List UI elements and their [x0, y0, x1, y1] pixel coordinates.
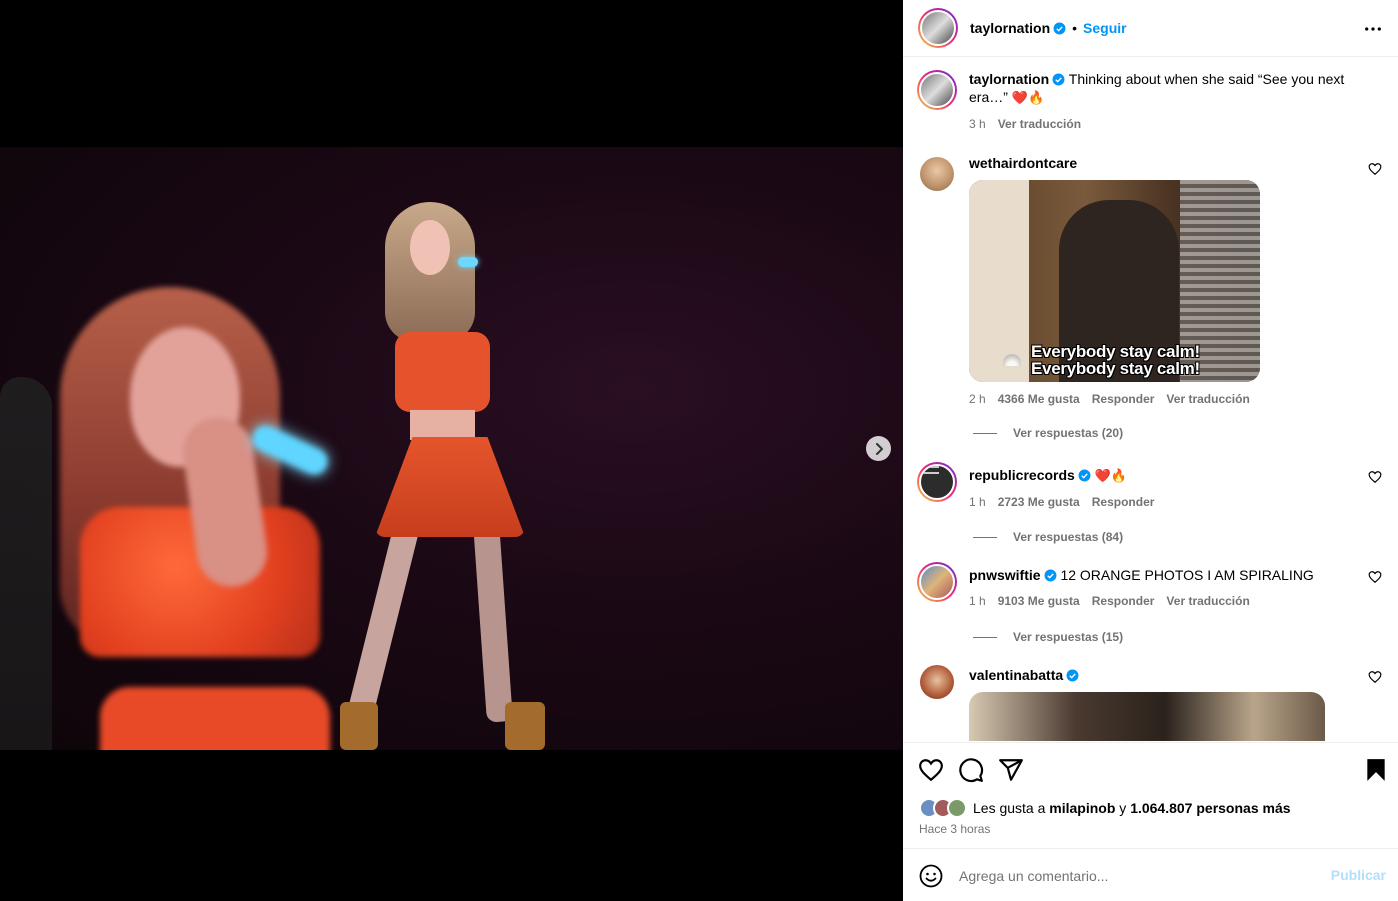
- post-side-panel: taylornation • Seguir taylornation Think…: [903, 0, 1398, 901]
- caption-translate-link[interactable]: Ver traducción: [998, 115, 1081, 133]
- like-comment-heart-icon[interactable]: [1368, 162, 1382, 176]
- view-replies-label: Ver respuestas (20): [1013, 426, 1124, 440]
- comment-input[interactable]: [959, 863, 1319, 889]
- liker-avatars[interactable]: [919, 798, 967, 818]
- commenter-avatar[interactable]: [917, 562, 957, 602]
- view-replies-label: Ver respuestas (15): [1013, 630, 1124, 644]
- header-separator: •: [1072, 20, 1078, 36]
- commenter-avatar[interactable]: [920, 157, 954, 191]
- post-photo[interactable]: [0, 147, 903, 750]
- like-comment-heart-icon[interactable]: [1368, 470, 1382, 484]
- commenter-username[interactable]: pnwswiftie: [969, 567, 1041, 583]
- more-horizontal-icon: [1365, 27, 1381, 31]
- comment-gif[interactable]: Everybody stay calm! Everybody stay calm…: [969, 180, 1260, 382]
- comment-likes[interactable]: 9103 Me gusta: [998, 592, 1080, 610]
- comment-likes[interactable]: 4366 Me gusta: [998, 390, 1080, 408]
- author-avatar[interactable]: [918, 8, 958, 48]
- verified-badge-icon: [1066, 669, 1079, 682]
- likes-others-link[interactable]: 1.064.807 personas más: [1130, 800, 1290, 816]
- commenter-avatar[interactable]: [920, 665, 954, 699]
- verified-badge-icon: [1078, 469, 1091, 482]
- likes-connector: y: [1119, 800, 1127, 816]
- comment-text: ❤️🔥: [1094, 468, 1128, 483]
- caption-avatar[interactable]: [917, 70, 957, 110]
- caption-emojis: ❤️🔥: [1011, 90, 1045, 105]
- verified-badge-icon: [1052, 73, 1065, 86]
- view-replies-label: Ver respuestas (84): [1013, 530, 1124, 544]
- reply-button[interactable]: Responder: [1092, 390, 1155, 408]
- reply-button[interactable]: Responder: [1092, 592, 1155, 610]
- gif-caption: Everybody stay calm!: [1031, 359, 1200, 378]
- chevron-right-icon: [875, 442, 883, 455]
- liker-username[interactable]: milapinob: [1049, 800, 1115, 816]
- like-heart-icon[interactable]: [918, 757, 944, 783]
- comment-time[interactable]: 2 h: [969, 390, 986, 408]
- likes-summary: Les gusta a milapinob y 1.064.807 person…: [919, 798, 1291, 818]
- follow-button[interactable]: Seguir: [1083, 20, 1127, 36]
- commenter-username[interactable]: valentinabatta: [969, 667, 1063, 683]
- view-replies-button[interactable]: Ver respuestas (84): [973, 530, 1123, 544]
- comments-list[interactable]: taylornation Thinking about when she sai…: [903, 58, 1398, 741]
- verified-badge-icon: [1044, 569, 1057, 582]
- comment-time[interactable]: 1 h: [969, 592, 986, 610]
- comment-gif[interactable]: [969, 692, 1325, 741]
- view-replies-button[interactable]: Ver respuestas (20): [973, 426, 1123, 440]
- commenter-username[interactable]: republicrecords: [969, 467, 1075, 483]
- reply-button[interactable]: Responder: [1092, 493, 1155, 511]
- carousel-next-button[interactable]: [866, 436, 891, 461]
- author-username[interactable]: taylornation: [970, 20, 1050, 36]
- comment-bubble-icon[interactable]: [958, 757, 984, 783]
- translate-link[interactable]: Ver traducción: [1166, 390, 1249, 408]
- publish-button[interactable]: Publicar: [1331, 867, 1386, 883]
- share-send-icon[interactable]: [998, 757, 1024, 783]
- comment-likes[interactable]: 2723 Me gusta: [998, 493, 1080, 511]
- more-options-button[interactable]: [1363, 19, 1383, 39]
- translate-link[interactable]: Ver traducción: [1166, 592, 1249, 610]
- commenter-username[interactable]: wethairdontcare: [969, 155, 1077, 171]
- caption-time[interactable]: 3 h: [969, 115, 986, 133]
- comment-text: 12 ORANGE PHOTOS I AM SPIRALING: [1060, 567, 1314, 583]
- view-replies-button[interactable]: Ver respuestas (15): [973, 630, 1123, 644]
- photo-foreground-singer: [20, 287, 340, 750]
- post-actions: Les gusta a milapinob y 1.064.807 person…: [903, 742, 1398, 848]
- photo-main-singer: [330, 202, 550, 750]
- comment-time[interactable]: 1 h: [969, 493, 986, 511]
- post-header: taylornation • Seguir: [903, 0, 1398, 57]
- emoji-icon[interactable]: [919, 864, 943, 888]
- post-modal: taylornation • Seguir taylornation Think…: [0, 0, 1398, 901]
- bookmark-saved-icon[interactable]: [1363, 757, 1389, 783]
- likes-prefix: Les gusta a: [973, 800, 1046, 816]
- like-comment-heart-icon[interactable]: [1368, 570, 1382, 584]
- verified-badge-icon: [1053, 22, 1066, 34]
- nbc-logo-icon: [1003, 354, 1021, 366]
- commenter-avatar[interactable]: [917, 462, 957, 502]
- add-comment-bar: Publicar: [903, 848, 1398, 901]
- post-media: [0, 0, 903, 901]
- like-comment-heart-icon[interactable]: [1368, 670, 1382, 684]
- caption-username[interactable]: taylornation: [969, 71, 1049, 87]
- post-time-ago[interactable]: Hace 3 horas: [919, 822, 990, 836]
